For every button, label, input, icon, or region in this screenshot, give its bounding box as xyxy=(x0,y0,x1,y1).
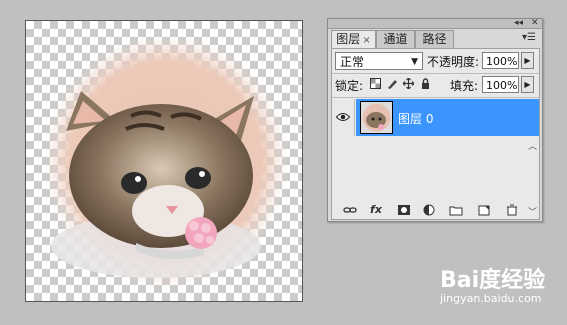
fill-label: 填充: xyxy=(450,79,479,93)
link-icon[interactable] xyxy=(343,204,357,216)
lock-label: 锁定: xyxy=(335,79,364,93)
pink-bead-ball xyxy=(185,217,217,249)
scroll-up-icon[interactable]: ︿ xyxy=(528,139,537,152)
eye-icon xyxy=(336,113,350,121)
layer-thumbnail xyxy=(360,101,393,134)
tab-channels[interactable]: 通道 xyxy=(376,30,415,48)
tab-layers-label: 图层 xyxy=(336,32,361,46)
visibility-toggle[interactable] xyxy=(332,99,355,136)
document-canvas[interactable] xyxy=(25,20,303,302)
panel-menu-icon[interactable]: ▾☰ xyxy=(522,32,536,43)
layer-row[interactable]: 图层 0 xyxy=(356,99,539,136)
lock-position-icon[interactable] xyxy=(403,78,414,89)
blend-mode-select[interactable]: 正常 ▼ xyxy=(335,52,423,70)
blend-mode-value: 正常 xyxy=(340,55,365,69)
adjustment-icon[interactable] xyxy=(423,204,437,216)
layer-name: 图层 0 xyxy=(398,112,434,126)
mask-icon[interactable] xyxy=(397,204,411,216)
lock-all-icon[interactable] xyxy=(420,78,431,89)
collapse-icon[interactable]: ◂◂ xyxy=(514,19,523,28)
layers-footer: fx xyxy=(331,202,538,218)
divider xyxy=(332,97,539,98)
divider xyxy=(332,73,539,74)
panel-titlebar[interactable]: ◂◂ ✕ xyxy=(328,19,542,29)
tab-paths-label: 路径 xyxy=(422,32,447,46)
folder-icon[interactable] xyxy=(449,204,463,216)
fx-icon[interactable]: fx xyxy=(369,204,383,216)
lock-image-pixels-icon[interactable] xyxy=(387,78,398,89)
tab-layers[interactable]: 图层 × xyxy=(331,30,376,49)
trash-icon[interactable] xyxy=(505,204,519,216)
watermark-brand: Bai度经验 xyxy=(440,268,546,293)
baidu-watermark: Bai度经验 jingyan.baidu.com xyxy=(440,262,550,312)
opacity-input[interactable]: 100% xyxy=(482,52,519,69)
tab-paths[interactable]: 路径 xyxy=(415,30,454,48)
chevron-down-icon: ▼ xyxy=(411,57,418,67)
opacity-label: 不透明度: xyxy=(427,55,480,69)
opacity-slider-button[interactable]: ▶ xyxy=(521,52,534,69)
tab-close-icon[interactable]: × xyxy=(362,35,370,46)
fill-slider-button[interactable]: ▶ xyxy=(521,76,534,93)
layers-content: 正常 ▼ 不透明度: 100% ▶ 锁定: 填充: 100% ▶ 图层 0 ︿ … xyxy=(331,48,540,220)
close-icon[interactable]: ✕ xyxy=(531,19,539,28)
new-layer-icon[interactable] xyxy=(477,204,491,216)
tab-channels-label: 通道 xyxy=(383,32,408,46)
watermark-url: jingyan.baidu.com xyxy=(440,292,542,305)
fill-input[interactable]: 100% xyxy=(482,76,519,93)
kitten-photo xyxy=(44,35,288,287)
lock-transparency-icon[interactable] xyxy=(370,78,381,89)
layers-panel: ◂◂ ✕ 图层× 通道 路径 ▾☰ 正常 ▼ 不透明度: 100% ▶ 锁定: xyxy=(327,18,543,222)
